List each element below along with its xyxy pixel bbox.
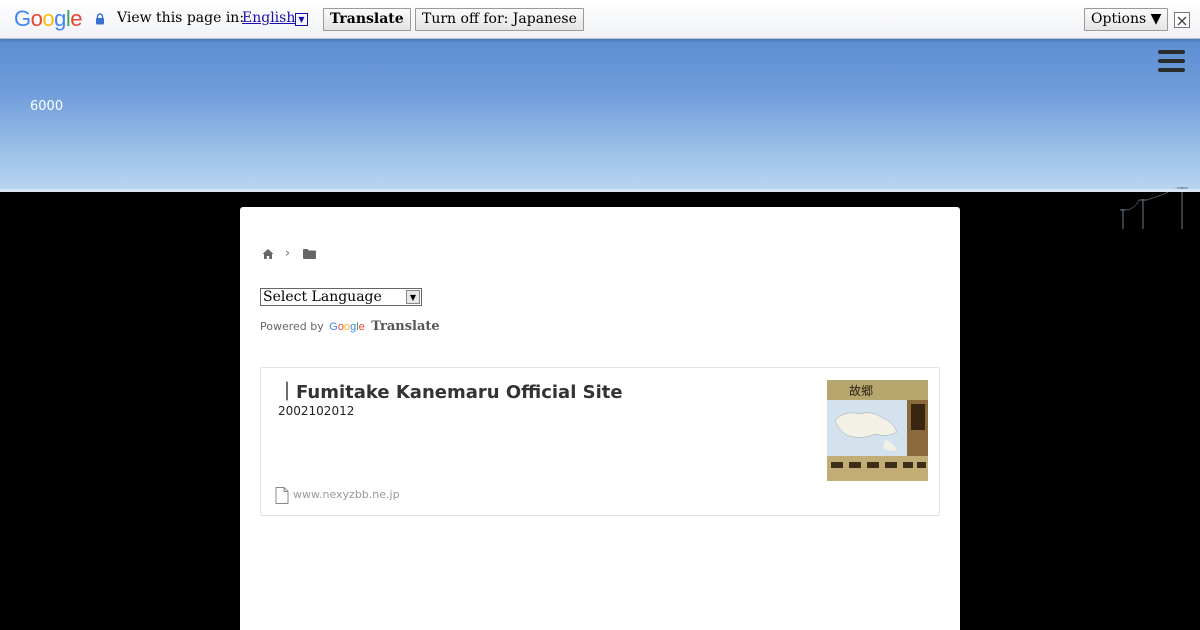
google-small-logo[interactable]: Google — [329, 321, 365, 333]
link-preview-card[interactable]: ｜Fumitake Kanemaru Official Site 2002102… — [260, 367, 940, 516]
google-translate-bar: Google View this page in: English ▼ Tran… — [0, 0, 1200, 39]
folder-icon[interactable] — [303, 249, 316, 259]
breadcrumb-separator: › — [285, 246, 291, 261]
link-card-domain[interactable]: www.nexyzbb.ne.jp — [293, 488, 400, 501]
powered-by-text: Powered by — [260, 320, 324, 333]
language-dropdown-icon[interactable]: ▼ — [295, 13, 308, 26]
utility-poles-decoration — [1120, 187, 1188, 229]
lock-icon — [96, 13, 104, 25]
turn-off-button[interactable]: Turn off for: Japanese — [415, 8, 584, 31]
translate-button[interactable]: Translate — [323, 8, 411, 31]
google-logo: Google — [14, 6, 83, 31]
language-select-value: Select Language — [263, 289, 382, 305]
document-icon — [275, 487, 289, 504]
language-select[interactable]: Select Language ▼ — [260, 288, 422, 306]
hero-divider — [0, 189, 1200, 192]
hero-count-text: 6000 — [30, 99, 64, 114]
link-card-title[interactable]: ｜Fumitake Kanemaru Official Site — [278, 378, 623, 404]
chevron-down-icon: ▼ — [406, 290, 420, 304]
link-card-description: 2002102012 — [278, 404, 355, 418]
hero-header — [0, 39, 1200, 229]
powered-by-google: Powered by Google Translate — [260, 319, 440, 334]
hamburger-menu-icon[interactable] — [1158, 50, 1185, 74]
options-button[interactable]: Options ▼ — [1084, 8, 1169, 31]
home-icon[interactable] — [262, 248, 274, 260]
close-icon[interactable] — [1174, 12, 1190, 28]
svg-text:故郷: 故郷 — [849, 383, 873, 398]
link-card-thumbnail[interactable]: 故郷 — [827, 380, 928, 481]
translate-text: Translate — [371, 319, 440, 334]
translate-prompt: View this page in: — [117, 10, 245, 26]
language-link[interactable]: English — [242, 10, 295, 26]
